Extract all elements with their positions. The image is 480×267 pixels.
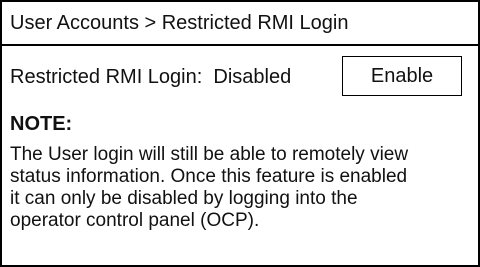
breadcrumb: User Accounts > Restricted RMI Login [2,2,478,46]
note-title: NOTE: [10,113,73,135]
note-line: it can only be disabled by logging into … [10,188,358,209]
note-line: The User login will still be able to rem… [10,144,409,165]
status-line: Restricted RMI Login: Disabled [10,46,291,108]
note-line: operator control panel (OCP). [10,210,260,231]
note-body: The User login will still be able to rem… [10,144,472,232]
note-line: status information. Once this feature is… [10,166,408,187]
status-label: Restricted RMI Login: [10,66,203,88]
status-row: Restricted RMI Login: Disabled Enable [2,46,478,108]
enable-button[interactable]: Enable [342,56,462,96]
restricted-rmi-login-panel: User Accounts > Restricted RMI Login Res… [0,0,480,267]
status-value: Disabled [213,66,292,88]
